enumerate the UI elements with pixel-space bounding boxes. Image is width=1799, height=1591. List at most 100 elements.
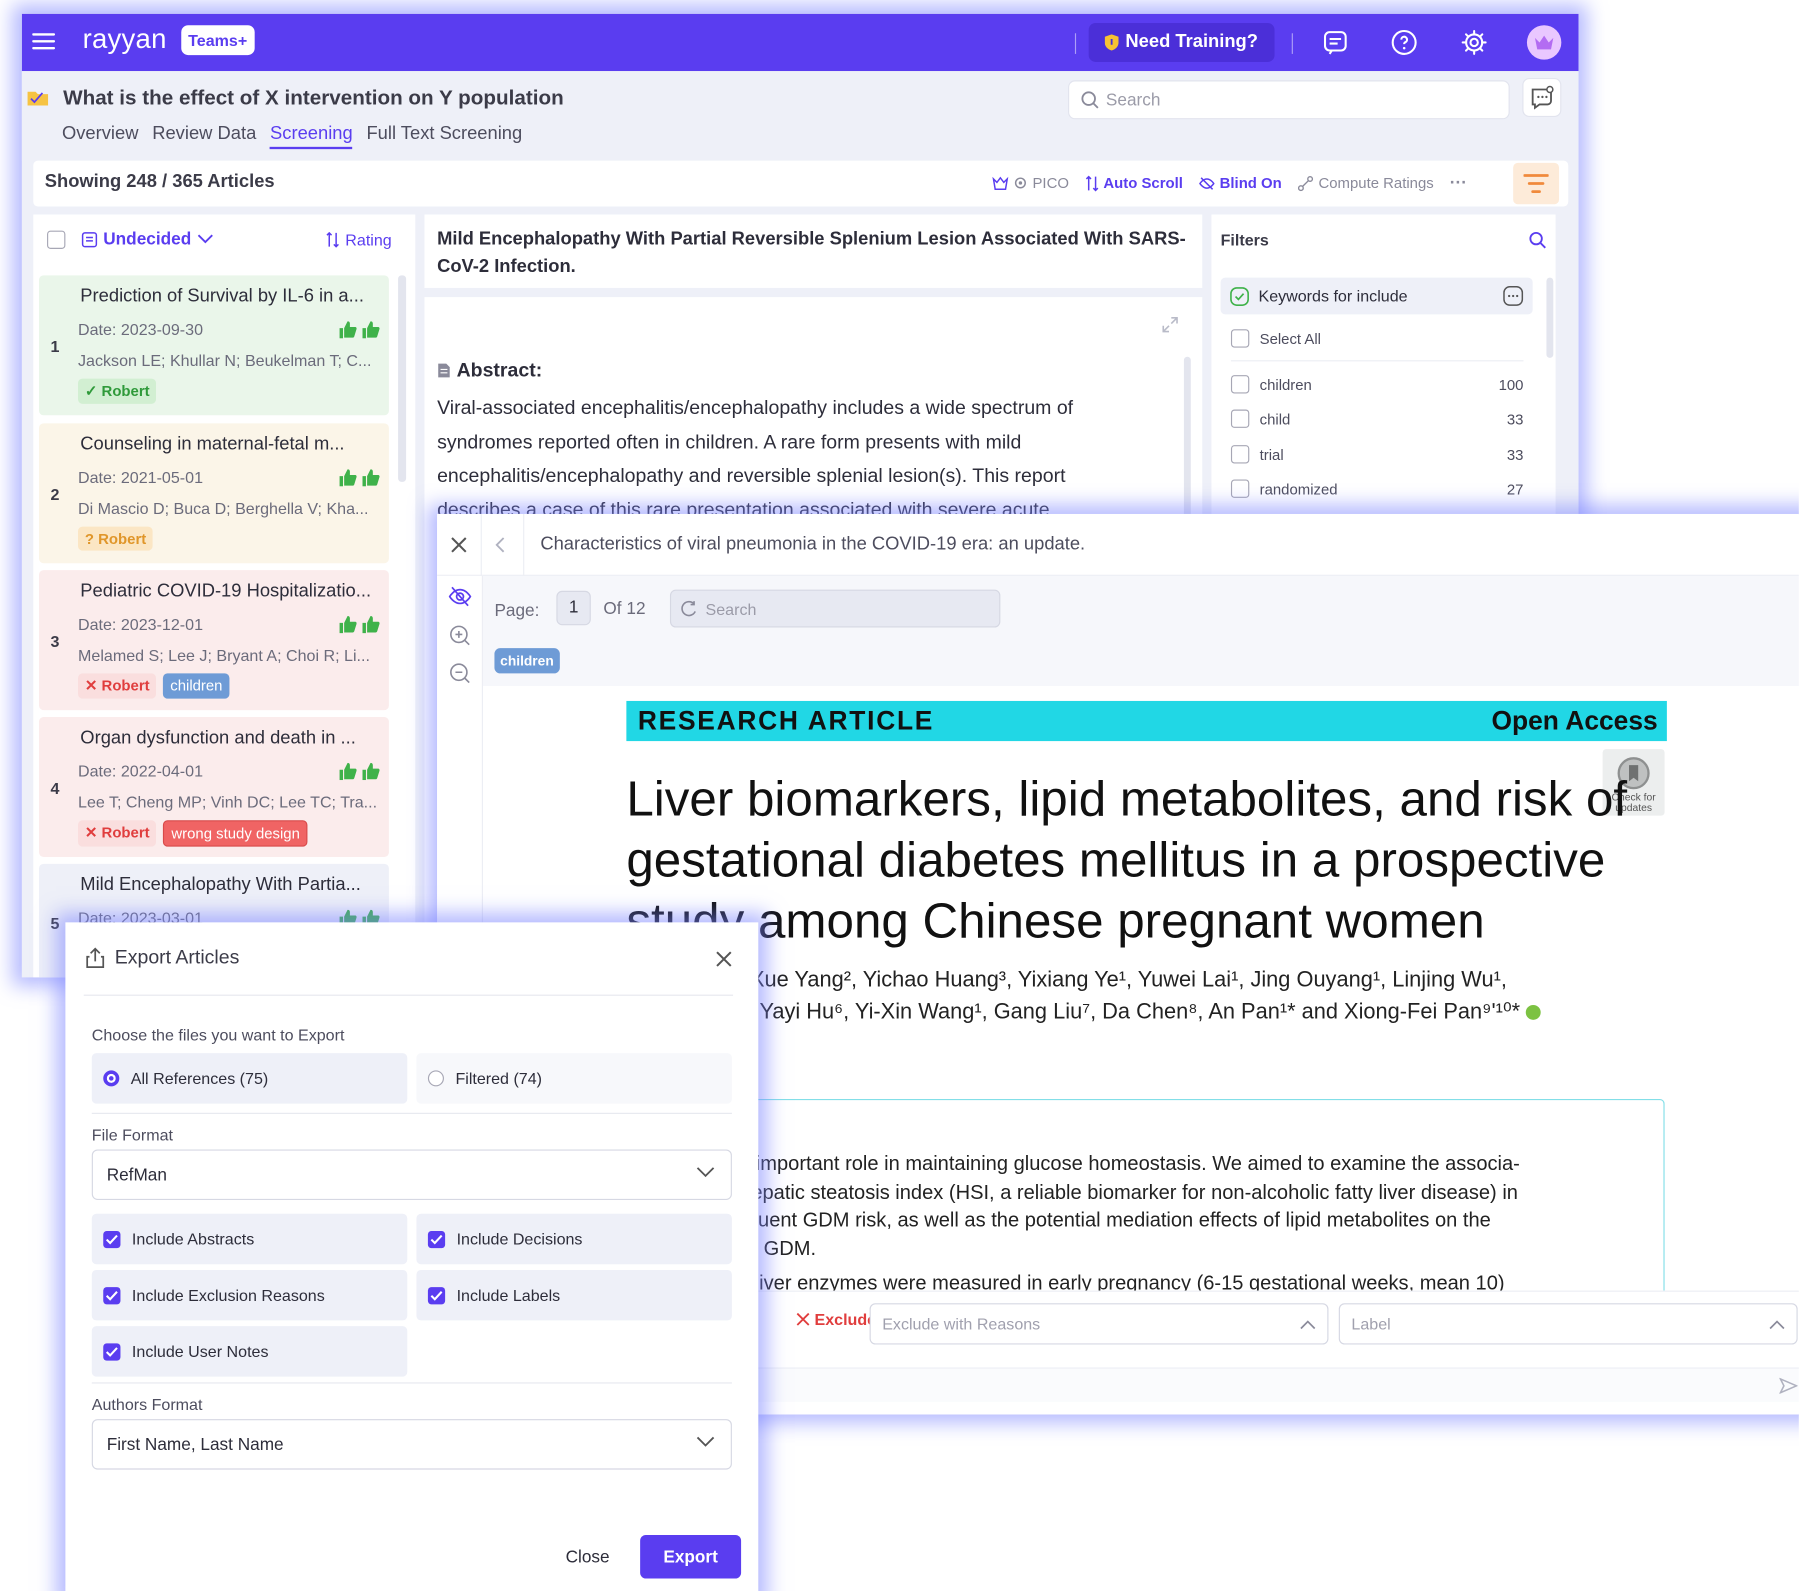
- list-item[interactable]: 3 Pediatric COVID-19 Hospitalizatio... D…: [39, 570, 389, 711]
- article-number: 3: [50, 632, 60, 651]
- thumbs-up-icon: [339, 321, 357, 339]
- keyword-filter-row[interactable]: children 100: [1230, 375, 1523, 394]
- include-abstracts-label: Include Abstracts: [131, 1229, 255, 1249]
- page-number-input[interactable]: 1: [556, 590, 591, 626]
- radio-unselected[interactable]: [427, 1070, 444, 1087]
- close-button[interactable]: Close: [566, 1548, 610, 1568]
- banner-research-article: RESEARCH ARTICLE: [637, 705, 935, 736]
- list-item[interactable]: 2 Counseling in maternal-fetal m... Date…: [39, 423, 389, 564]
- chevron-left-icon[interactable]: [494, 536, 505, 554]
- filters-scrollbar[interactable]: [1546, 277, 1554, 358]
- file-format-select[interactable]: RefMan: [91, 1149, 732, 1200]
- rating-thumbs: [338, 469, 380, 487]
- article-banner: RESEARCH ARTICLE Open Access: [626, 700, 1667, 742]
- tab-overview[interactable]: Overview: [62, 124, 139, 149]
- include-abstracts-option[interactable]: Include Abstracts: [91, 1213, 408, 1265]
- checkbox-checked[interactable]: [103, 1342, 121, 1361]
- include-exclusion-reasons-option[interactable]: Include Exclusion Reasons: [91, 1269, 408, 1321]
- select-all-keywords[interactable]: Select All: [1230, 329, 1524, 348]
- label-chip[interactable]: children: [163, 673, 230, 699]
- filter-toggle-button[interactable]: [1513, 162, 1560, 205]
- tab-review-data[interactable]: Review Data: [152, 124, 256, 149]
- article-count: Showing 248 / 365 Articles: [44, 172, 275, 192]
- pico-toggle[interactable]: PICO: [992, 174, 1069, 192]
- search-input[interactable]: Search: [1068, 80, 1510, 120]
- list-item[interactable]: 4 Organ dysfunction and death in ... Dat…: [39, 717, 389, 857]
- include-decisions-option[interactable]: Include Decisions: [416, 1213, 732, 1265]
- check-circle-icon: [1230, 286, 1249, 306]
- keywords-include-group[interactable]: Keywords for include: [1220, 277, 1533, 315]
- abstract-scrollbar[interactable]: [1183, 356, 1191, 541]
- export-button[interactable]: Export: [640, 1534, 742, 1579]
- chevron-up-icon: [1300, 1320, 1316, 1330]
- include-labels-option[interactable]: Include Labels: [416, 1269, 732, 1321]
- exclude-label: Exclude: [814, 1310, 877, 1329]
- zoom-out-icon[interactable]: [449, 662, 472, 685]
- zoom-in-icon[interactable]: [449, 624, 472, 647]
- include-labels-label: Include Labels: [456, 1286, 561, 1305]
- review-header: What is the effect of X intervention on …: [21, 71, 1579, 161]
- auto-scroll-toggle[interactable]: Auto Scroll: [1085, 174, 1183, 192]
- pdf-search-input[interactable]: Search: [669, 589, 1001, 628]
- thumbs-up-icon: [362, 762, 380, 781]
- orcid-icon[interactable]: [1526, 1005, 1542, 1021]
- authors-format-select[interactable]: First Name, Last Name: [91, 1419, 732, 1470]
- keyword-name: randomized: [1259, 480, 1338, 498]
- article-list-panel: Undecided Rating 1 Prediction of Surviva…: [33, 214, 416, 978]
- close-icon: [796, 1312, 810, 1326]
- hamburger-menu-icon[interactable]: [32, 32, 56, 50]
- notes-icon[interactable]: [1322, 29, 1350, 57]
- keyword-checkbox[interactable]: [1230, 375, 1250, 394]
- sort-by-rating-button[interactable]: Rating: [326, 231, 392, 249]
- close-icon[interactable]: [450, 536, 468, 554]
- blind-toggle[interactable]: Blind On: [1199, 174, 1282, 192]
- keyword-checkbox[interactable]: [1230, 409, 1250, 428]
- help-icon[interactable]: [1390, 29, 1418, 57]
- radio-selected[interactable]: [103, 1070, 120, 1087]
- keyword-checkbox[interactable]: [1230, 445, 1250, 464]
- keyword-name: trial: [1259, 445, 1284, 463]
- keyword-checkbox[interactable]: [1230, 479, 1250, 498]
- more-options-button[interactable]: ···: [1450, 173, 1467, 193]
- filtered-option[interactable]: Filtered (74): [416, 1053, 732, 1104]
- checkbox-checked[interactable]: [427, 1286, 446, 1304]
- label-dropdown[interactable]: Label: [1338, 1303, 1798, 1345]
- select-all-checkbox[interactable]: [47, 230, 66, 249]
- article-title: Organ dysfunction and death in ...: [80, 728, 356, 748]
- checkbox-checked[interactable]: [427, 1230, 446, 1248]
- chat-button[interactable]: [1522, 78, 1562, 118]
- include-user-notes-option[interactable]: Include User Notes: [91, 1326, 408, 1377]
- paper-abstract: Liver plays an important role in maintai…: [626, 1149, 1636, 1296]
- list-item[interactable]: 1 Prediction of Survival by IL-6 in a...…: [39, 275, 389, 416]
- checkbox-checked[interactable]: [103, 1230, 121, 1248]
- rayyan-logo[interactable]: rayyan: [83, 24, 167, 56]
- article-detail-title: Mild Encephalopathy With Partial Reversi…: [424, 214, 1203, 288]
- exclude-reasons-dropdown[interactable]: Exclude with Reasons: [869, 1303, 1329, 1345]
- user-avatar[interactable]: [1526, 25, 1562, 60]
- eye-off-icon[interactable]: [448, 586, 472, 607]
- more-options-icon[interactable]: [1503, 286, 1524, 307]
- need-training-button[interactable]: Need Training?: [1088, 22, 1275, 62]
- select-all-checkbox[interactable]: [1230, 329, 1250, 348]
- checkbox-checked[interactable]: [103, 1286, 121, 1304]
- sort-label: Rating: [345, 230, 392, 249]
- gear-icon[interactable]: [1460, 29, 1488, 57]
- list-scrollbar[interactable]: [398, 275, 407, 482]
- all-references-option[interactable]: All References (75): [91, 1053, 408, 1104]
- close-icon[interactable]: [715, 950, 733, 968]
- decision-filter-dropdown[interactable]: Undecided: [81, 229, 213, 249]
- tab-screening[interactable]: Screening: [270, 124, 353, 150]
- search-icon[interactable]: [1528, 231, 1546, 249]
- share-nodes-icon: [1298, 175, 1314, 191]
- tab-full-text-screening[interactable]: Full Text Screening: [366, 124, 522, 149]
- dialog-header: Export Articles: [84, 946, 239, 969]
- exclusion-reason-chip[interactable]: wrong study design: [163, 820, 308, 847]
- keyword-filter-row[interactable]: child 33: [1230, 409, 1523, 428]
- exclude-button[interactable]: Exclude: [796, 1310, 876, 1328]
- expand-icon[interactable]: [1161, 315, 1179, 333]
- keyword-filter-row[interactable]: trial 33: [1230, 445, 1523, 464]
- label-chip[interactable]: children: [494, 648, 560, 674]
- chat-icon: [1531, 85, 1554, 110]
- compute-ratings-button[interactable]: Compute Ratings: [1298, 174, 1434, 192]
- keyword-filter-row[interactable]: randomized 27: [1230, 479, 1523, 498]
